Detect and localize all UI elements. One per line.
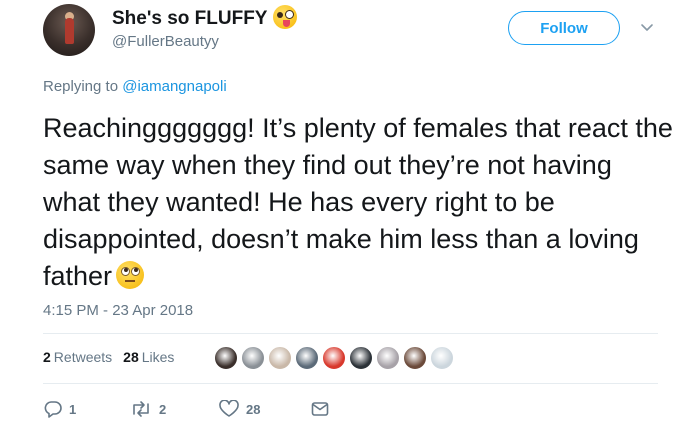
retweets-stat[interactable]: 2 Retweets xyxy=(43,349,112,365)
liker-avatar[interactable] xyxy=(375,345,401,371)
display-name[interactable]: She's so FLUFFY xyxy=(112,8,267,30)
retweet-icon xyxy=(133,401,149,417)
mention-link[interactable]: @iamangnapoli xyxy=(122,78,226,95)
liker-avatar[interactable] xyxy=(294,345,320,371)
retweets-label: Retweets xyxy=(53,349,113,365)
user-handle[interactable]: @FullerBeautyy xyxy=(112,33,219,50)
reply-action[interactable]: 1 xyxy=(43,398,76,420)
replying-to-label: Replying to xyxy=(43,78,119,95)
liker-avatar[interactable] xyxy=(240,345,266,371)
liker-avatars xyxy=(213,345,456,371)
liker-avatar[interactable] xyxy=(321,345,347,371)
like-count: 28 xyxy=(246,401,261,417)
zany-face-emoji-icon xyxy=(273,5,297,29)
likes-count: 28 xyxy=(123,349,139,365)
retweets-count: 2 xyxy=(43,349,51,365)
reply-icon xyxy=(44,401,62,418)
avatar-figure-body xyxy=(65,18,74,44)
retweet-count: 2 xyxy=(159,401,167,417)
engagement-stats: 2 Retweets 28 Likes xyxy=(43,349,174,365)
divider-top xyxy=(43,333,658,334)
liker-avatar[interactable] xyxy=(267,345,293,371)
follow-button[interactable]: Follow xyxy=(508,11,620,45)
tweet-text: Reachinggggggg! It’s plenty of females t… xyxy=(43,110,673,295)
tweet-actions: 1 2 28 xyxy=(43,398,343,420)
tweet-timestamp[interactable]: 4:15 PM - 23 Apr 2018 xyxy=(43,302,193,319)
profile-avatar[interactable] xyxy=(43,4,95,56)
liker-avatar[interactable] xyxy=(348,345,374,371)
envelope-icon xyxy=(311,402,329,416)
likes-label: Likes xyxy=(141,349,175,365)
likes-stat[interactable]: 28 Likes xyxy=(123,349,174,365)
like-action[interactable]: 28 xyxy=(218,398,260,420)
divider-bottom xyxy=(43,383,658,384)
retweet-action[interactable]: 2 xyxy=(129,398,166,420)
liker-avatar[interactable] xyxy=(429,345,455,371)
direct-message-action[interactable] xyxy=(311,398,329,420)
chevron-down-icon[interactable] xyxy=(640,22,654,34)
reply-count: 1 xyxy=(69,401,77,417)
heart-icon xyxy=(219,400,239,417)
liker-avatar[interactable] xyxy=(402,345,428,371)
replying-to: Replying to @iamangnapoli xyxy=(43,78,227,95)
face-with-rolling-eyes-emoji-icon xyxy=(116,261,145,289)
liker-avatar[interactable] xyxy=(213,345,239,371)
